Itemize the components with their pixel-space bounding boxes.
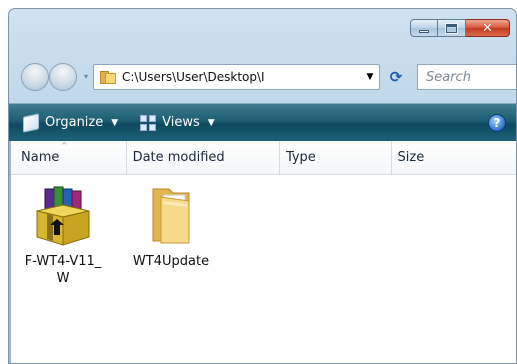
search-input[interactable]: Search [417,64,516,90]
window-left-border [9,141,11,363]
folder-icon [152,188,190,244]
views-button[interactable]: Views ▼ [140,114,215,131]
column-headers: ^ Name Date modified Type Size [9,141,516,175]
close-button[interactable]: ✕ [466,19,510,37]
views-label: Views [162,115,200,130]
refresh-icon: ⟳ [389,68,403,86]
chevron-down-icon: ▼ [111,117,119,128]
chevron-down-icon: ▼ [207,117,215,128]
close-icon: ✕ [482,20,493,36]
explorer-window: ✕ ▾ C:\Users\User\Desktop\I ▼ ⟳ Search O… [8,8,517,364]
address-dropdown-button[interactable]: ▼ [361,65,379,89]
column-header-type[interactable]: Type [280,141,392,174]
file-name: F-WT4-V11_ W [24,254,102,286]
help-icon[interactable]: ? [488,114,506,132]
file-list-pane[interactable]: ^ Name Date modified Type Size F-WT4-V11… [9,141,516,363]
folder-icon [100,70,116,84]
maximize-button[interactable] [438,19,466,37]
sort-indicator-icon: ^ [61,141,68,150]
organize-button[interactable]: Organize ▼ [23,112,119,133]
search-placeholder: Search [426,69,471,85]
views-icon [140,114,157,131]
address-bar[interactable]: C:\Users\User\Desktop\I ▼ [93,64,380,90]
forward-button[interactable] [49,63,77,91]
column-header-name[interactable]: ^ Name [9,141,127,174]
command-toolbar: Organize ▼ Views ▼ ? [9,103,516,141]
file-item-archive[interactable]: F-WT4-V11_ W [9,183,117,287]
recent-pages-dropdown[interactable]: ▾ [81,72,91,82]
file-name: WT4Update [132,254,210,269]
column-header-date-modified[interactable]: Date modified [127,141,280,174]
minimize-button[interactable] [410,19,438,37]
organize-icon [23,112,39,133]
file-item-folder[interactable]: WT4Update [117,183,225,287]
column-header-size[interactable]: Size [392,141,517,174]
refresh-button[interactable]: ⟳ [383,65,409,89]
caption-buttons: ✕ [410,19,510,37]
file-items: F-WT4-V11_ W WT4Update [9,183,225,287]
back-button[interactable] [21,63,49,91]
maximize-icon [445,22,458,34]
organize-label: Organize [45,115,104,130]
winrar-archive-icon [36,186,90,246]
navigation-bar: ▾ C:\Users\User\Desktop\I ▼ ⟳ Search [21,57,516,97]
address-text: C:\Users\User\Desktop\I [122,70,265,84]
minimize-icon [419,29,429,33]
